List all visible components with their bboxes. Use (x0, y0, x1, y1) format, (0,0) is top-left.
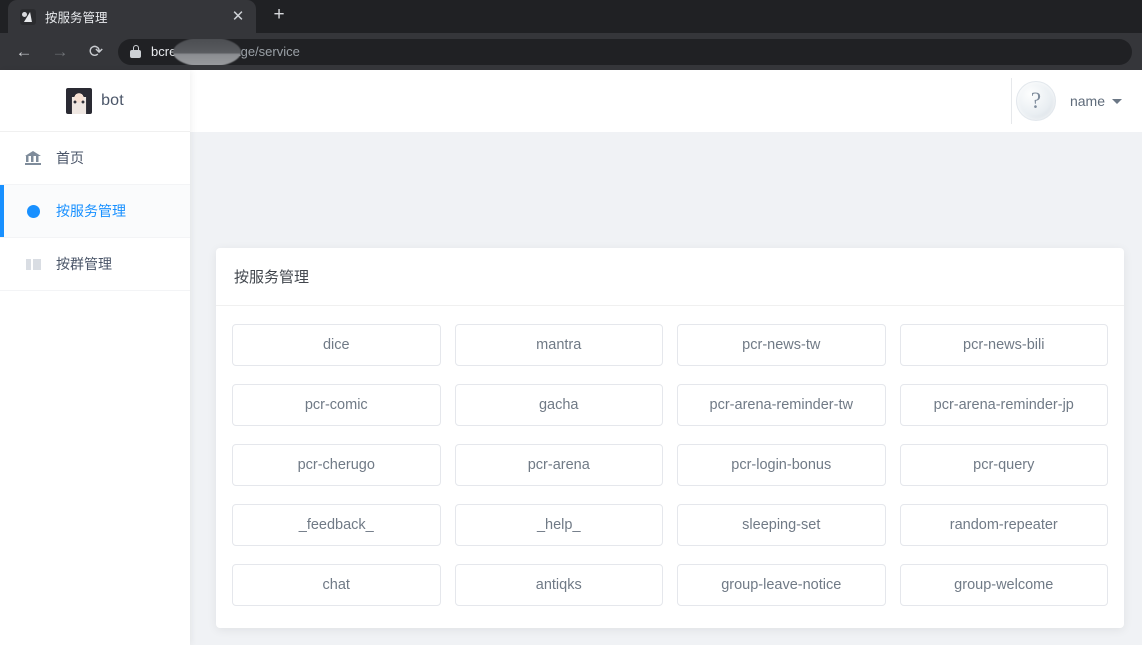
service-card-body: dice mantra pcr-news-tw pcr-news-bili pc… (216, 306, 1124, 628)
address-bar[interactable]: bcre.com/manage/service (118, 38, 1132, 65)
service-grid: dice mantra pcr-news-tw pcr-news-bili pc… (232, 324, 1108, 606)
service-card: 按服务管理 dice mantra pcr-news-tw pcr-news-b… (216, 248, 1124, 628)
reload-icon[interactable]: ⟳ (82, 38, 110, 66)
tab-title: 按服务管理 (45, 11, 108, 25)
avatar[interactable]: ? (1015, 81, 1056, 121)
page-title: 按服务管理 (216, 248, 1124, 306)
service-button[interactable]: group-leave-notice (677, 564, 886, 606)
user-name-label: name (1069, 93, 1105, 109)
user-menu[interactable]: ? name (1015, 81, 1142, 121)
lock-icon (130, 45, 141, 58)
service-button[interactable]: _feedback_ (232, 504, 441, 546)
service-button[interactable]: pcr-login-bonus (677, 444, 886, 486)
new-tab-button[interactable]: + (266, 3, 292, 29)
service-button[interactable]: pcr-news-bili (899, 324, 1108, 366)
sidebar-item-home[interactable]: 首页 (0, 132, 190, 185)
chevron-down-icon[interactable] (1112, 98, 1122, 104)
sidebar-brand[interactable]: bot (0, 70, 190, 132)
service-button[interactable]: mantra (454, 324, 663, 366)
back-icon[interactable]: ← (10, 38, 38, 66)
bank-icon (24, 149, 42, 167)
service-button[interactable]: pcr-query (899, 444, 1108, 486)
page-content: 按服务管理 dice mantra pcr-news-tw pcr-news-b… (190, 132, 1142, 645)
service-button[interactable]: _help_ (454, 504, 663, 546)
sidebar: bot 首页 按服务管理 按群管理 (0, 70, 190, 645)
tab-favicon-icon (20, 8, 36, 25)
service-button[interactable]: antiqks (454, 564, 663, 606)
browser-toolbar: ← → ⟳ bcre.com/manage/service (0, 33, 1142, 70)
browser-tab-active[interactable]: 按服务管理 ✕ (8, 0, 256, 33)
grid-icon (24, 255, 42, 273)
service-button[interactable]: dice (232, 324, 441, 366)
forward-icon[interactable]: → (46, 38, 74, 66)
page-header: ? name (190, 70, 1142, 132)
tab-strip: 按服务管理 ✕ + (0, 0, 1142, 33)
sidebar-item-service-manage[interactable]: 按服务管理 (0, 185, 190, 238)
sidebar-item-group-manage[interactable]: 按群管理 (0, 238, 190, 291)
browser-window: 按服务管理 ✕ + ← → ⟳ bcre.com/manage/service … (0, 0, 1142, 645)
sidebar-item-label: 首页 (56, 150, 84, 166)
url-host-prefix: bcr (151, 44, 170, 59)
url-redaction-overlay (173, 38, 241, 65)
service-button[interactable]: group-welcome (899, 564, 1108, 606)
service-button[interactable]: pcr-comic (232, 384, 441, 426)
bot-avatar (66, 87, 93, 114)
service-button[interactable]: gacha (454, 384, 663, 426)
sidebar-item-label: 按群管理 (56, 256, 112, 272)
sidebar-item-label: 按服务管理 (56, 203, 126, 219)
service-button[interactable]: pcr-news-tw (677, 324, 886, 366)
header-divider (1011, 78, 1012, 124)
service-button[interactable]: pcr-arena (454, 444, 663, 486)
service-button[interactable]: pcr-arena-reminder-jp (899, 384, 1108, 426)
blue-dot-icon (24, 202, 42, 220)
brand-name: bot (101, 91, 124, 109)
service-button[interactable]: sleeping-set (677, 504, 886, 546)
web-app: bot 首页 按服务管理 按群管理 ? name 按服务管理 dice mant… (0, 70, 1142, 645)
service-button[interactable]: pcr-cherugo (232, 444, 441, 486)
close-icon[interactable]: ✕ (228, 7, 248, 27)
service-button[interactable]: chat (232, 564, 441, 606)
service-button[interactable]: random-repeater (899, 504, 1108, 546)
service-button[interactable]: pcr-arena-reminder-tw (677, 384, 886, 426)
sidebar-menu: 首页 按服务管理 按群管理 (0, 132, 190, 291)
